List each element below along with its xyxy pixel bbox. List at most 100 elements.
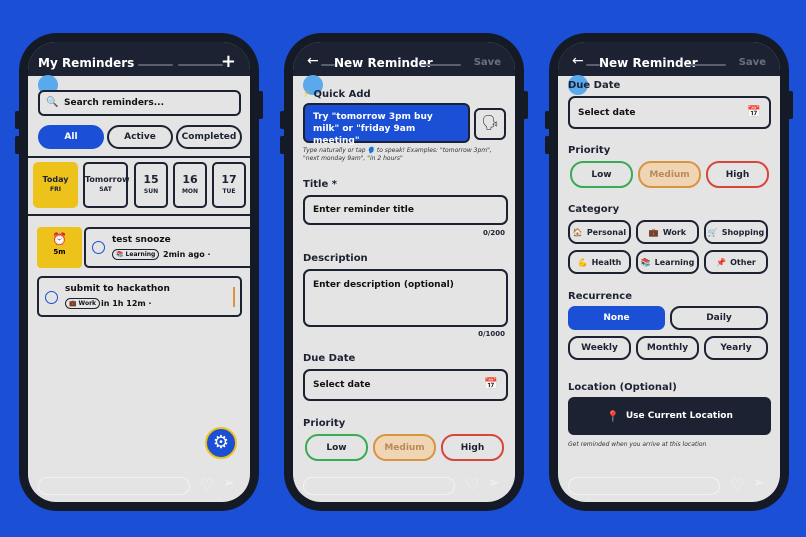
use-location-label: Use Current Location [625,411,733,421]
title-placeholder: Enter reminder title [313,205,414,215]
bottom-input-pill[interactable] [568,477,720,495]
category-emoji-icon: 💼 [648,227,659,237]
recurrence-option-label: Daily [706,313,732,323]
category-option-label: Shopping [721,227,765,237]
filter-label: Active [124,132,156,142]
divider [28,214,250,216]
reminder-card[interactable]: test snooze 📚 Learning 2min ago · [84,227,250,268]
priority-medium[interactable]: Medium [638,161,701,188]
save-button[interactable]: Save [739,57,766,68]
complete-checkbox[interactable] [45,291,58,304]
day-option-bottom: SUN [143,188,159,195]
recurrence-option-label: None [603,313,630,323]
due-date-label: Due Date [303,353,356,364]
priority-low[interactable]: Low [305,434,368,461]
day-option-1[interactable]: Tomorrow SAT [83,162,130,208]
day-option-4[interactable]: 17 TUE [212,162,246,208]
description-counter: 0/1000 [478,330,505,338]
filter-label: All [64,132,78,142]
day-option-bottom: TUE [222,188,236,195]
phone-new-reminder: ← New Reminder Save ⚡ Quick Add Try "tom… [280,33,528,511]
voice-input-button[interactable]: 🗣 [474,108,506,140]
day-option-bottom: MON [181,188,199,195]
back-arrow-icon[interactable]: ← [307,53,319,69]
quick-add-label: Quick Add [313,89,371,100]
quick-add-heading: ⚡ Quick Add [303,89,371,100]
recurrence-daily[interactable]: Daily [670,306,768,330]
phone-new-reminder-options: ← New Reminder Save Due Date Select date… [545,33,793,511]
category-emoji-icon: 🛒 [707,227,718,237]
bottom-input-pill[interactable] [303,477,455,495]
complete-checkbox[interactable] [92,241,105,254]
page-title: New Reminder [334,56,433,70]
send-icon[interactable]: ➢ [753,475,765,491]
phone-side-button [280,111,286,129]
title-input[interactable]: Enter reminder title [303,195,508,225]
category-work[interactable]: 💼 Work [636,220,699,244]
snooze-badge[interactable]: ⏰ 5m [37,227,82,268]
category-emoji-icon: 🏠 [572,227,583,237]
back-arrow-icon[interactable]: ← [572,53,584,69]
priority-medium[interactable]: Medium [373,434,436,461]
category-option-label: Work [662,227,687,237]
day-option-0[interactable]: Today FRI [33,162,78,208]
use-location-button[interactable]: 📍 Use Current Location [568,397,771,435]
recurrence-yearly[interactable]: Yearly [704,336,768,360]
header: My Reminders + [28,42,250,76]
screen: ← New Reminder Save Due Date Select date… [558,42,780,502]
recurrence-none[interactable]: None [568,306,665,330]
filter-label: Completed [181,132,237,142]
filter-completed[interactable]: Completed [176,125,242,149]
priority-high[interactable]: High [706,161,769,188]
category-personal[interactable]: 🏠 Personal [568,220,631,244]
category-learning[interactable]: 📚 Learning [636,250,699,274]
send-icon[interactable]: ➢ [488,475,500,491]
due-date-input[interactable]: Select date 📅 [303,369,508,401]
heart-icon[interactable]: ♡ [465,475,479,494]
save-button[interactable]: Save [474,57,501,68]
location-label: Location (Optional) [568,382,677,393]
bottom-input-pill[interactable] [38,477,190,495]
priority-low[interactable]: Low [570,161,633,188]
category-other[interactable]: 📌 Other [704,250,768,274]
category-health[interactable]: 💪 Health [568,250,631,274]
settings-fab[interactable]: ⚙ [205,427,237,459]
bottom-bar: ♡ ➢ [558,470,780,502]
heart-icon[interactable]: ♡ [200,475,214,494]
due-date-placeholder: Select date [578,108,636,118]
header-line [321,64,335,66]
filter-all[interactable]: All [38,125,104,149]
day-option-2[interactable]: 15 SUN [134,162,168,208]
send-icon[interactable]: ➢ [223,475,235,491]
day-option-top: 16 [182,173,198,186]
priority-label-text: High [725,169,750,180]
description-input[interactable]: Enter description (optional) [303,269,508,327]
header-line [686,64,726,66]
heart-icon[interactable]: ♡ [730,475,744,494]
day-option-3[interactable]: 16 MON [173,162,207,208]
header-line [178,64,223,66]
priority-label-text: Medium [649,169,690,180]
quick-add-input[interactable]: Try "tomorrow 3pm buy milk" or "friday 9… [303,103,470,146]
phone-side-button [15,111,21,129]
category-option-label: Personal [586,227,627,237]
category-tag: 💼 Work [65,298,101,309]
title-counter: 0/200 [482,229,505,237]
add-icon[interactable]: + [221,51,236,72]
priority-high[interactable]: High [441,434,504,461]
category-shopping[interactable]: 🛒 Shopping [704,220,768,244]
phone-side-button [787,91,793,119]
description-label: Description [303,253,368,264]
priority-label-text: Medium [384,442,425,453]
reminder-card[interactable]: submit to hackathon 💼 Work in 1h 12m · [37,276,242,317]
page-title: My Reminders [38,56,135,70]
alarm-clock-icon: ⏰ [52,232,67,246]
phone-side-button [545,136,551,154]
recurrence-monthly[interactable]: Monthly [636,336,699,360]
recurrence-weekly[interactable]: Weekly [568,336,631,360]
due-date-input[interactable]: Select date 📅 [568,96,771,129]
category-emoji-icon: 📚 [640,257,651,267]
header: ← New Reminder Save [293,42,515,76]
search-input[interactable]: 🔍 Search reminders... [38,90,241,116]
filter-active[interactable]: Active [107,125,173,149]
